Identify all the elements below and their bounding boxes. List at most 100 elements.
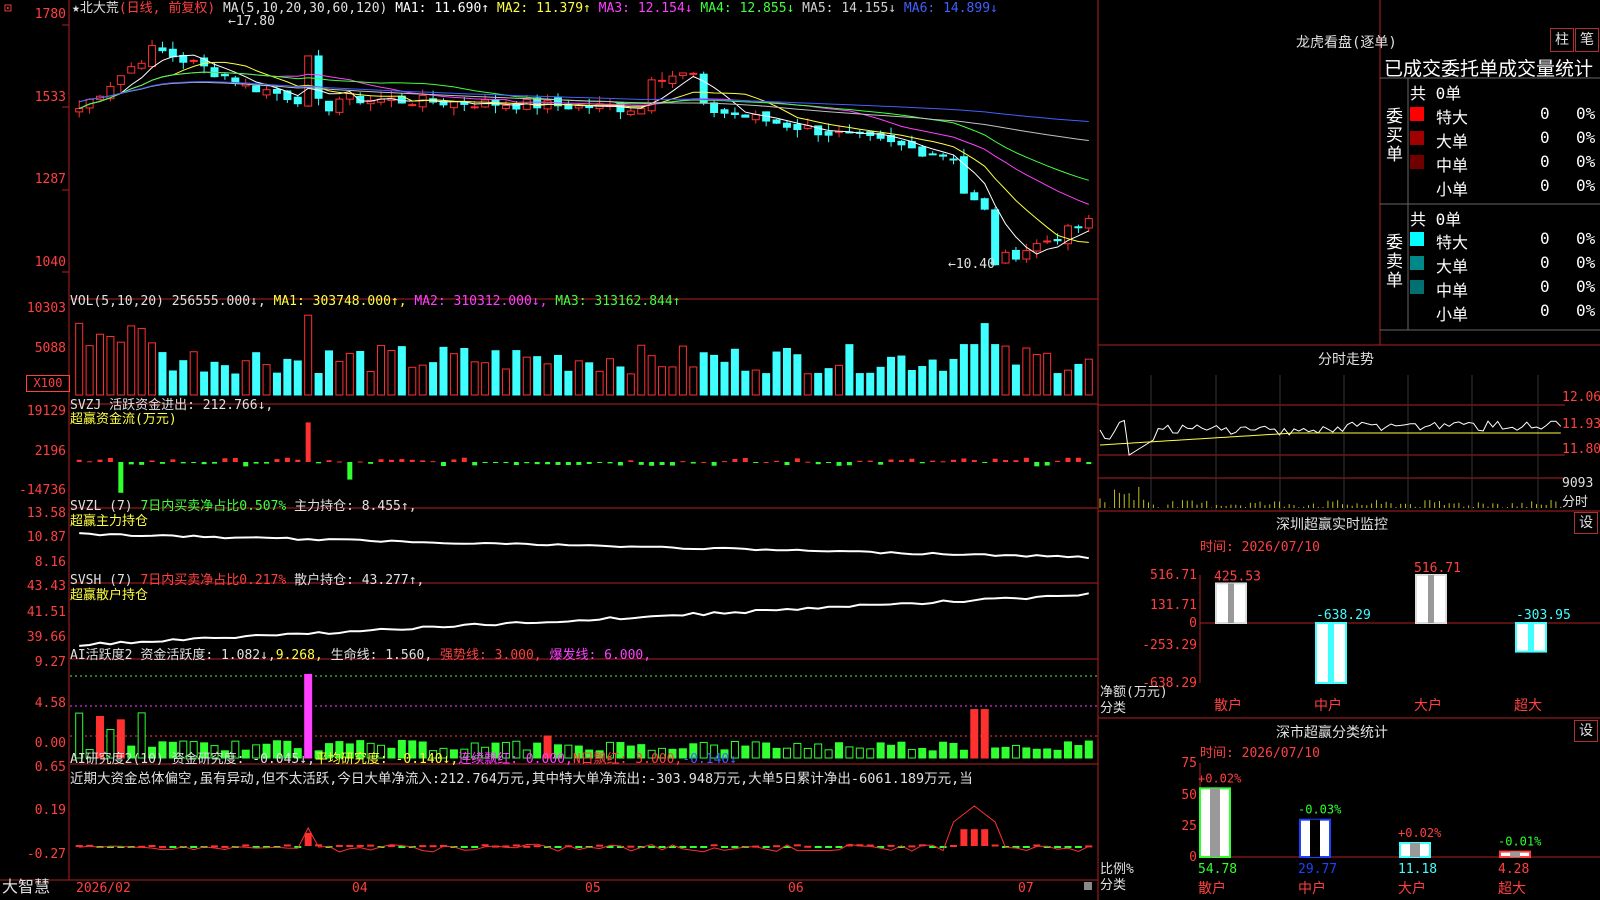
flow-bar (971, 460, 977, 462)
research-bar (471, 846, 479, 848)
volume-bar (626, 373, 635, 396)
flow-bar (440, 462, 446, 467)
activity-bar (918, 747, 927, 759)
y-label-svzl-2: 10.87 (26, 530, 66, 545)
flow-bar (1003, 460, 1009, 462)
volume-bar (158, 352, 167, 396)
fl-y-label: 75 (1181, 756, 1197, 771)
y-label-vol-1: 10303 (26, 301, 66, 316)
research-bar (814, 846, 822, 848)
high-annotation: ←17.80 (228, 14, 275, 29)
research-bar (460, 846, 468, 848)
star-icon: ★ (72, 1, 80, 16)
svzl-subheader: 超赢主力持仓 (70, 514, 149, 529)
flow-bar (1044, 462, 1050, 466)
volume-bar (116, 341, 125, 396)
flow-bar (930, 460, 936, 462)
stats-title: 已成交委托单成交量统计 (1384, 58, 1594, 80)
ma-value-6: MA6: 14.899↓ (896, 1, 998, 16)
y-label-ai1-3: 0.00 (34, 736, 66, 751)
volume-bar (855, 373, 864, 396)
y-label-svsh-1: 43.43 (26, 579, 66, 594)
volume-bar (241, 360, 250, 396)
lock-icon[interactable] (1084, 882, 1092, 890)
volume-bar (168, 370, 177, 396)
buy-row-name: 中单 (1436, 156, 1469, 175)
sz-settings-button[interactable]: 设 (1574, 512, 1598, 534)
activity-bar (866, 748, 875, 759)
flow-bar (305, 422, 311, 462)
flow-bar (534, 462, 540, 465)
flow-bar (722, 461, 728, 463)
flow-bar (170, 459, 176, 462)
activity-bar (876, 742, 885, 759)
tick-mode-button[interactable]: 笔 (1575, 28, 1599, 52)
volume-bar (970, 344, 979, 396)
sz-bar-shade (1228, 583, 1234, 623)
ma-value-1: MA1: 11.690↑ (395, 1, 490, 16)
activity-bar (1084, 740, 1093, 759)
volume-bar (1001, 345, 1010, 396)
volume-bar (460, 347, 469, 396)
research-bar (158, 845, 166, 848)
research-bar (367, 844, 375, 847)
buy-row-pct: 0% (1576, 176, 1596, 195)
sell-row-name: 小单 (1436, 305, 1469, 324)
research-bar (190, 846, 198, 848)
bar-mode-button[interactable]: 柱 (1550, 28, 1574, 52)
y-label-svsh-2: 41.51 (26, 605, 66, 620)
candle-body (720, 109, 729, 114)
candle-body (626, 110, 635, 115)
candle-body (730, 112, 739, 116)
flow-bar (774, 460, 780, 462)
buy-row-count: 0 (1540, 152, 1550, 171)
buy-row-pct: 0% (1576, 152, 1596, 171)
fl-settings-button[interactable]: 设 (1574, 720, 1598, 742)
research-bar (419, 845, 427, 848)
flow-bar (368, 462, 374, 464)
activity-bar (824, 749, 833, 759)
fl-value-label: 54.78 (1198, 862, 1237, 877)
buy-color-swatch (1410, 107, 1424, 121)
volume-bar (814, 372, 823, 396)
flow-bar (191, 462, 197, 463)
activity-bar (803, 747, 812, 759)
volume-bar (325, 350, 333, 396)
flow-bar (264, 462, 270, 464)
flow-bar (545, 462, 551, 465)
volume-bar (148, 342, 157, 396)
buy-row-count: 0 (1540, 128, 1550, 147)
research-bar (773, 845, 781, 848)
candle-body (158, 47, 167, 52)
flow-bar (898, 460, 904, 462)
activity-bar (887, 744, 896, 759)
volume-bar (335, 360, 344, 396)
intraday-price-line (1099, 419, 1562, 456)
x-label-5: 07 (1018, 881, 1034, 896)
sz-y-label: 131.71 (1150, 598, 1197, 613)
fl-time: 时间: 2026/07/10 (1200, 746, 1320, 761)
volume-bar (366, 371, 375, 396)
candle-body (325, 100, 333, 112)
candle-body (189, 59, 198, 62)
volume-bar (907, 369, 916, 396)
fl-bar-shade (1410, 842, 1420, 857)
volume-bar (252, 352, 261, 396)
activity-bar (782, 747, 791, 759)
flow-bar (659, 462, 665, 465)
flow-bar (76, 459, 82, 462)
research-bar (1074, 846, 1082, 848)
research-bar (627, 845, 635, 848)
sell-color-swatch (1410, 232, 1424, 246)
y-label-main-2: 1533 (34, 90, 66, 105)
fl-value-label: 4.28 (1498, 862, 1529, 877)
sell-row-name: 中单 (1436, 281, 1469, 300)
research-bar (346, 845, 354, 848)
volume-bar (606, 358, 615, 396)
flow-bar (409, 459, 415, 462)
buy-total: 共 0单 (1410, 84, 1462, 103)
buy-color-swatch (1410, 155, 1424, 169)
activity-bar (991, 747, 1000, 759)
activity-bar (855, 747, 864, 759)
activity-bar (1011, 744, 1020, 759)
